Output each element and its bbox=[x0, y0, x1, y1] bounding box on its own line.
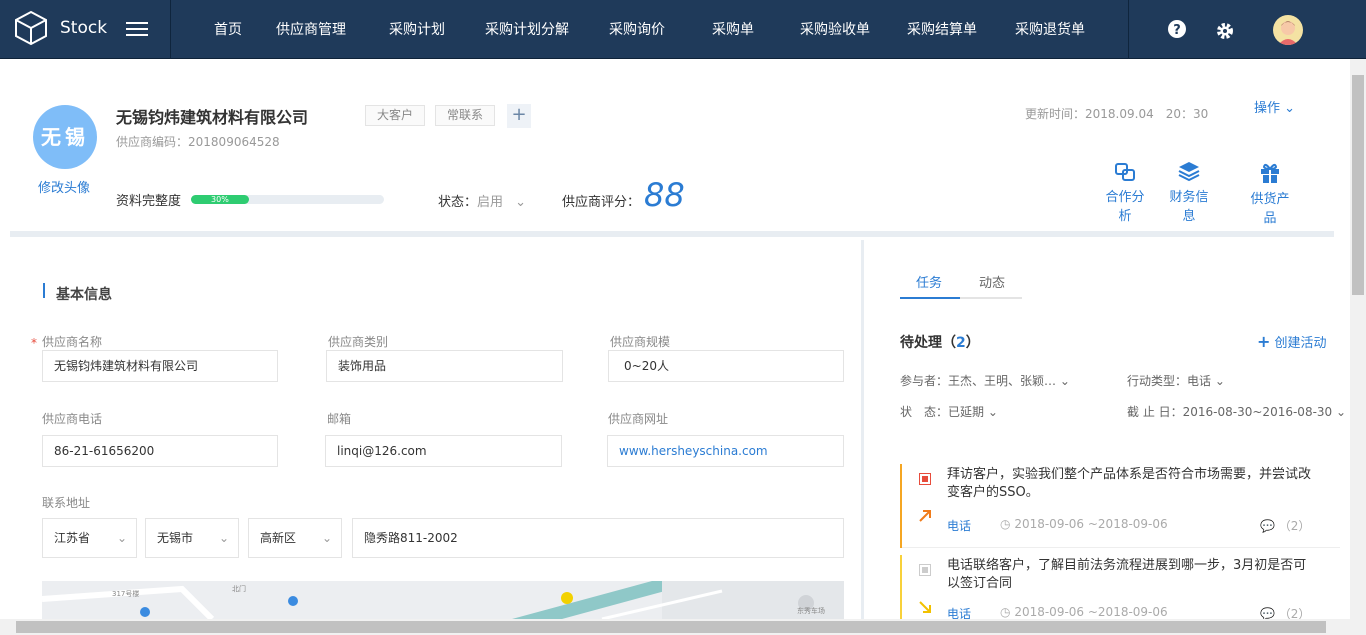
status-dropdown[interactable]: 状态：启用 ⌄ bbox=[438, 191, 526, 210]
layers-icon bbox=[1178, 162, 1200, 182]
task-time: ◷ 2018-09-06 ~2018-09-06 bbox=[1000, 517, 1168, 531]
nav-return[interactable]: 采购退货单 bbox=[1008, 0, 1092, 59]
city-select[interactable]: 无锡市 ⌄ bbox=[145, 518, 239, 558]
chevron-down-icon: ⌄ bbox=[987, 405, 998, 419]
change-avatar-link[interactable]: 修改头像 bbox=[38, 177, 90, 196]
app-logo[interactable]: Stock bbox=[14, 10, 107, 46]
gift-icon bbox=[1261, 163, 1279, 183]
column-divider bbox=[861, 240, 864, 620]
participants-filter[interactable]: 参与者：王杰、王明、张颖… ⌄ bbox=[900, 372, 1070, 389]
arrow-down-right-icon bbox=[919, 601, 931, 613]
basic-info-title: 基本信息 bbox=[56, 287, 112, 303]
chevron-down-icon: ⌄ bbox=[1336, 405, 1347, 419]
label-supplier-name: 供应商名称 bbox=[42, 335, 103, 349]
tag-frequent-contact[interactable]: 常联系 bbox=[435, 105, 495, 126]
progress-fill: 30% bbox=[191, 195, 249, 204]
tab-tasks[interactable]: 任务 bbox=[916, 272, 942, 291]
task-time: ◷ 2018-09-06 ~2018-09-06 bbox=[1000, 605, 1168, 619]
clock-icon: ◷ bbox=[1000, 517, 1011, 531]
cooperation-analysis-button[interactable]: 合作分析 bbox=[1100, 162, 1150, 224]
supplied-products-button[interactable]: 供货产品 bbox=[1245, 162, 1295, 226]
action-type-filter[interactable]: 行动类型：电话 ⌄ bbox=[1127, 372, 1225, 389]
create-activity-button[interactable]: + 创建活动 bbox=[1257, 332, 1327, 351]
nav-home[interactable]: 首页 bbox=[200, 0, 256, 59]
cooperation-icon bbox=[1115, 163, 1135, 181]
label-supplier-scale: 供应商规模 bbox=[610, 335, 671, 349]
completeness-label: 资料完整度 bbox=[116, 194, 182, 209]
task-item[interactable]: 电话联络客户，了解目前法务流程进展到哪一步，3月初是否可以签订合同 电话 ◷ 2… bbox=[900, 555, 1340, 621]
task-item[interactable]: 拜访客户，实验我们整个产品体系是否符合市场需要，并尝试改变客户的SSO。 电话 … bbox=[900, 464, 1340, 548]
chevron-down-icon: ⌄ bbox=[1214, 374, 1225, 388]
province-select[interactable]: 江苏省 ⌄ bbox=[42, 518, 137, 558]
top-navigation-bar: Stock 首页 供应商管理 采购计划 采购计划分解 采购询价 采购单 采购验收… bbox=[0, 0, 1366, 59]
app-name: Stock bbox=[60, 18, 108, 38]
label-address: 联系地址 bbox=[42, 496, 91, 510]
district-select[interactable]: 高新区 ⌄ bbox=[248, 518, 342, 558]
website-link[interactable]: www.hersheyschina.com bbox=[607, 435, 844, 467]
nav-inquiry[interactable]: 采购询价 bbox=[600, 0, 674, 59]
supplier-score: 88 bbox=[644, 176, 685, 214]
supplier-category-field[interactable]: 装饰用品 bbox=[326, 350, 563, 382]
finance-info-button[interactable]: 财务信息 bbox=[1164, 161, 1214, 224]
nav-purchase-plan[interactable]: 采购计划 bbox=[380, 0, 454, 59]
supplier-name-field[interactable]: 无锡钧炜建筑材料有限公司 bbox=[42, 350, 278, 382]
nav-supplier-management[interactable]: 供应商管理 bbox=[268, 0, 354, 59]
task-comments[interactable]: 💬 （2） bbox=[1260, 517, 1310, 534]
label-supplier-category: 供应商类别 bbox=[328, 335, 389, 349]
tab-activity[interactable]: 动态 bbox=[979, 272, 1005, 291]
chevron-down-icon: ⌄ bbox=[321, 531, 332, 545]
svg-text:?: ? bbox=[1173, 23, 1181, 38]
score-label: 供应商评分： bbox=[562, 195, 641, 210]
map-label: 东秀车场 bbox=[797, 606, 825, 615]
priority-normal-icon bbox=[919, 564, 931, 576]
update-time: 更新时间：2018.09.04 20：30 bbox=[1025, 107, 1209, 121]
supplier-avatar[interactable]: 无锡 bbox=[33, 105, 97, 169]
task-text: 拜访客户，实验我们整个产品体系是否符合市场需要，并尝试改变客户的SSO。 bbox=[947, 467, 1312, 500]
chevron-down-icon: ⌄ bbox=[1284, 101, 1296, 116]
company-name: 无锡钧炜建筑材料有限公司 bbox=[116, 108, 309, 127]
menu-toggle-icon[interactable] bbox=[126, 18, 148, 38]
nav-plan-breakdown[interactable]: 采购计划分解 bbox=[478, 0, 576, 59]
supplier-scale-field[interactable]: 0~20人 bbox=[608, 350, 844, 382]
deadline-filter[interactable]: 截 止 日：2016-08-30~2016-08-30 ⌄ bbox=[1127, 403, 1346, 420]
task-type: 电话 bbox=[947, 519, 972, 533]
map-label: 北门 bbox=[232, 584, 246, 593]
supplier-phone-field[interactable]: 86-21-61656200 bbox=[42, 435, 278, 467]
section-divider bbox=[10, 231, 1334, 237]
chevron-down-icon: ⌄ bbox=[515, 195, 527, 210]
street-address-field[interactable]: 隐秀路811-2002 bbox=[352, 518, 844, 558]
task-text: 电话联络客户，了解目前法务流程进展到哪一步，3月初是否可以签订合同 bbox=[947, 558, 1307, 591]
add-tag-button[interactable]: + bbox=[507, 104, 531, 128]
nav-acceptance[interactable]: 采购验收单 bbox=[794, 0, 876, 59]
chevron-down-icon: ⌄ bbox=[218, 531, 229, 545]
tag-big-customer[interactable]: 大客户 bbox=[365, 105, 425, 126]
completeness-progress: 30% bbox=[191, 195, 384, 204]
gear-icon[interactable] bbox=[1215, 21, 1235, 41]
priority-high-icon bbox=[919, 473, 931, 485]
help-icon[interactable]: ? bbox=[1167, 19, 1187, 39]
status-filter[interactable]: 状 态：已延期 ⌄ bbox=[900, 403, 998, 420]
operations-dropdown[interactable]: 操作 ⌄ bbox=[1254, 97, 1295, 116]
plus-icon: + bbox=[1257, 332, 1271, 351]
location-map[interactable]: 北门 317号楼 东秀车场 bbox=[42, 581, 844, 619]
label-website: 供应商网址 bbox=[608, 412, 669, 426]
nav-purchase-order[interactable]: 采购单 bbox=[702, 0, 764, 59]
chevron-down-icon: ⌄ bbox=[1059, 374, 1070, 388]
cube-logo-icon bbox=[15, 10, 47, 46]
clock-icon: ◷ bbox=[1000, 605, 1011, 619]
email-field[interactable]: linqi@126.com bbox=[325, 435, 562, 467]
horizontal-scrollbar[interactable] bbox=[0, 619, 1350, 635]
pending-heading: 待处理（2） bbox=[900, 335, 980, 351]
label-supplier-phone: 供应商电话 bbox=[42, 412, 103, 426]
arrow-up-right-icon bbox=[919, 510, 931, 522]
vertical-scrollbar[interactable] bbox=[1350, 59, 1366, 635]
label-email: 邮箱 bbox=[327, 412, 352, 426]
user-avatar[interactable] bbox=[1273, 15, 1303, 45]
nav-settlement[interactable]: 采购结算单 bbox=[900, 0, 984, 59]
comment-icon: 💬 bbox=[1260, 519, 1275, 533]
chevron-down-icon: ⌄ bbox=[116, 531, 127, 545]
map-label: 317号楼 bbox=[112, 589, 139, 598]
supplier-code: 供应商编码：201809064528 bbox=[116, 135, 280, 149]
required-mark: * bbox=[31, 336, 37, 350]
